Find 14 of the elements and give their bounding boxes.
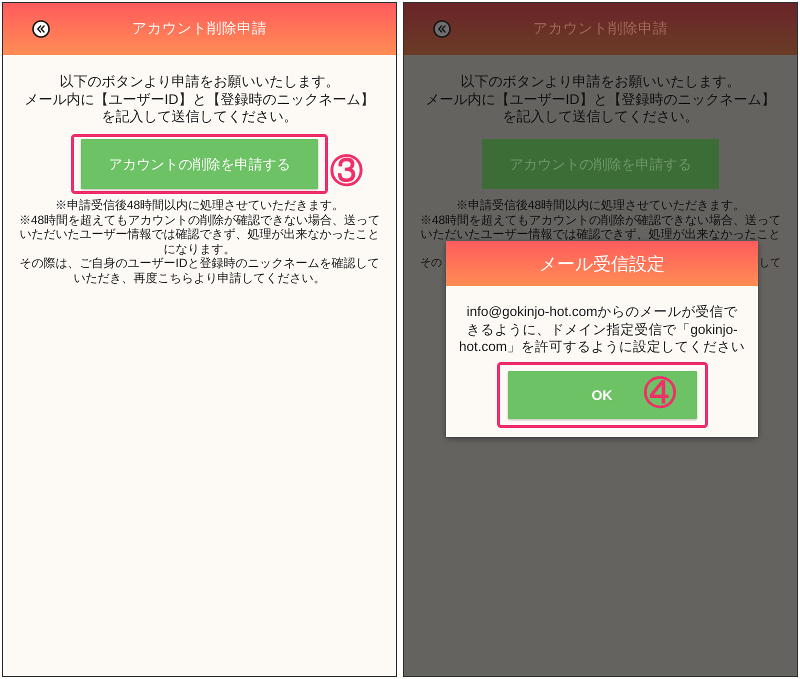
step-number: ③ [330,154,363,188]
notes-text: ※申請受信後48時間以内に処理させていただきます。 ※48時間を超えてもアカウントの削除が確認できない場合、送って いただいたユーザー情報では確認できず、処理が出来なかったこと [418,198,782,242]
dialog-title: メール受信設定 [539,252,665,274]
back-icon[interactable] [32,20,50,38]
notes-text: ※申請受信後48時間以内に処理させていただきます。 ※48時間を超えてもアカウントの削除が確認できない場合、送って いただいたユーザー情報では確認できず、処理が出来なかったこと になります。 その際は、ご自身のユーザーIDと登録時のニックネームを確認して いただき、再度こちらより申請してください。 [18,198,382,286]
screen-title: アカウント削除申請 [132,20,267,38]
intro-text: 以下のボタンより申請をお願いいたします。 メール内に【ユーザーID】と【登録時のニックネーム】 を記入して送信してください。 [424,73,776,126]
step-number: ④ [644,376,676,410]
notes-fragment: その [420,256,442,272]
notes-fragment: して [759,256,781,272]
intro-text: 以下のボタンより申請をお願いいたします。 メール内に【ユーザーID】と【登録時のニックネーム】 を記入して送信してください。 [24,73,376,126]
request-deletion-button[interactable]: アカウントの削除を申請する [81,139,318,190]
dialog-message: info@gokinjo-hot.comからのメールが受信で きるように、ドメイン指定受信で「gokinjo- hot.com」を許可するように設定してください [458,303,746,356]
screen-title: アカウント削除申請 [533,20,668,38]
